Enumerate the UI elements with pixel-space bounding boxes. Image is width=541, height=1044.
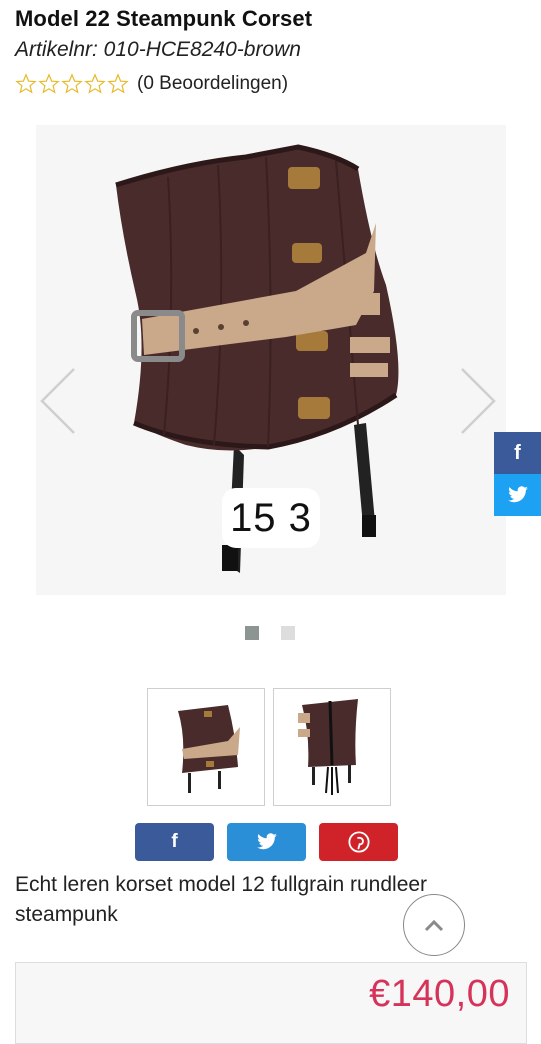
- scroll-top-button[interactable]: [403, 894, 465, 956]
- rating[interactable]: (0 Beoordelingen): [15, 70, 288, 98]
- thumbnail-back[interactable]: [273, 688, 391, 806]
- star-icon: [61, 73, 83, 94]
- chevron-right-icon[interactable]: [458, 365, 498, 437]
- rating-stars: [15, 73, 129, 95]
- image-caption: 15 3: [222, 488, 320, 548]
- corset-thumbnail-back: [298, 699, 358, 795]
- carousel-dots: [245, 626, 295, 640]
- star-icon: [84, 73, 106, 94]
- facebook-icon: f: [171, 831, 178, 852]
- product-title: Model 22 Steampunk Corset: [15, 6, 313, 31]
- product-price: €140,00: [369, 973, 510, 1015]
- share-buttons: f: [135, 823, 398, 861]
- reviews-count[interactable]: (0 Beoordelingen): [137, 73, 288, 95]
- star-icon: [107, 73, 129, 94]
- product-sku: Artikelnr: 010-HCE8240-brown: [15, 38, 301, 61]
- side-twitter-button[interactable]: [494, 474, 541, 516]
- twitter-icon: [256, 833, 277, 850]
- facebook-icon: f: [514, 441, 521, 464]
- corset-thumbnail-front: [178, 705, 240, 793]
- facebook-share-button[interactable]: f: [135, 823, 214, 861]
- side-facebook-button[interactable]: f: [494, 432, 541, 474]
- thumbnail-strip: [147, 688, 391, 806]
- star-icon: [38, 73, 60, 94]
- star-icon: [15, 73, 37, 94]
- twitter-icon: [507, 486, 528, 503]
- carousel-dot[interactable]: [245, 626, 259, 640]
- pinterest-share-button[interactable]: [319, 823, 398, 861]
- thumbnail-front[interactable]: [147, 688, 265, 806]
- side-share-bar: f: [494, 432, 541, 516]
- price-box: €140,00: [15, 962, 527, 1044]
- chevron-left-icon[interactable]: [38, 365, 78, 437]
- twitter-share-button[interactable]: [227, 823, 306, 861]
- pinterest-icon: [347, 831, 370, 853]
- chevron-up-icon: [424, 919, 444, 932]
- carousel-dot[interactable]: [281, 626, 295, 640]
